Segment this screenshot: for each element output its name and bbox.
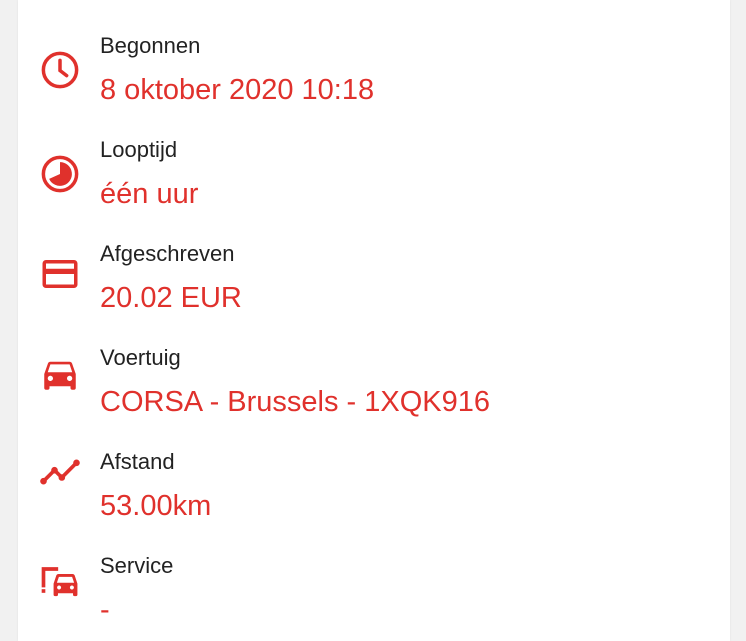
detail-row-started: Begonnen 8 oktober 2020 10:18 — [18, 12, 730, 116]
detail-value: 20.02 EUR — [100, 282, 242, 314]
clock-icon — [38, 48, 82, 92]
car-icon — [38, 352, 82, 396]
trip-details-card: Begonnen 8 oktober 2020 10:18 Looptijd é… — [18, 0, 730, 641]
detail-value: 8 oktober 2020 10:18 — [100, 74, 375, 106]
distance-trend-icon — [38, 450, 82, 494]
detail-label: Afstand — [100, 449, 175, 474]
detail-label: Begonnen — [100, 33, 201, 58]
detail-value: - — [100, 594, 110, 626]
detail-row-duration: Looptijd één uur — [18, 116, 730, 220]
detail-row-vehicle: Voertuig CORSA - Brussels - 1XQK916 — [18, 324, 730, 428]
detail-value: 53.00km — [100, 490, 212, 522]
detail-label: Looptijd — [100, 137, 178, 162]
credit-card-icon — [38, 252, 82, 296]
duration-pie-icon — [38, 152, 82, 196]
detail-row-charged: Afgeschreven 20.02 EUR — [18, 220, 730, 324]
detail-row-service: Service - — [18, 532, 730, 636]
detail-label: Afgeschreven — [100, 241, 235, 266]
detail-row-distance: Afstand 53.00km — [18, 428, 730, 532]
detail-label: Voertuig — [100, 345, 181, 370]
detail-label: Service — [100, 553, 174, 578]
detail-value: één uur — [100, 178, 199, 210]
car-service-icon — [38, 558, 82, 602]
detail-value: CORSA - Brussels - 1XQK916 — [100, 386, 491, 418]
